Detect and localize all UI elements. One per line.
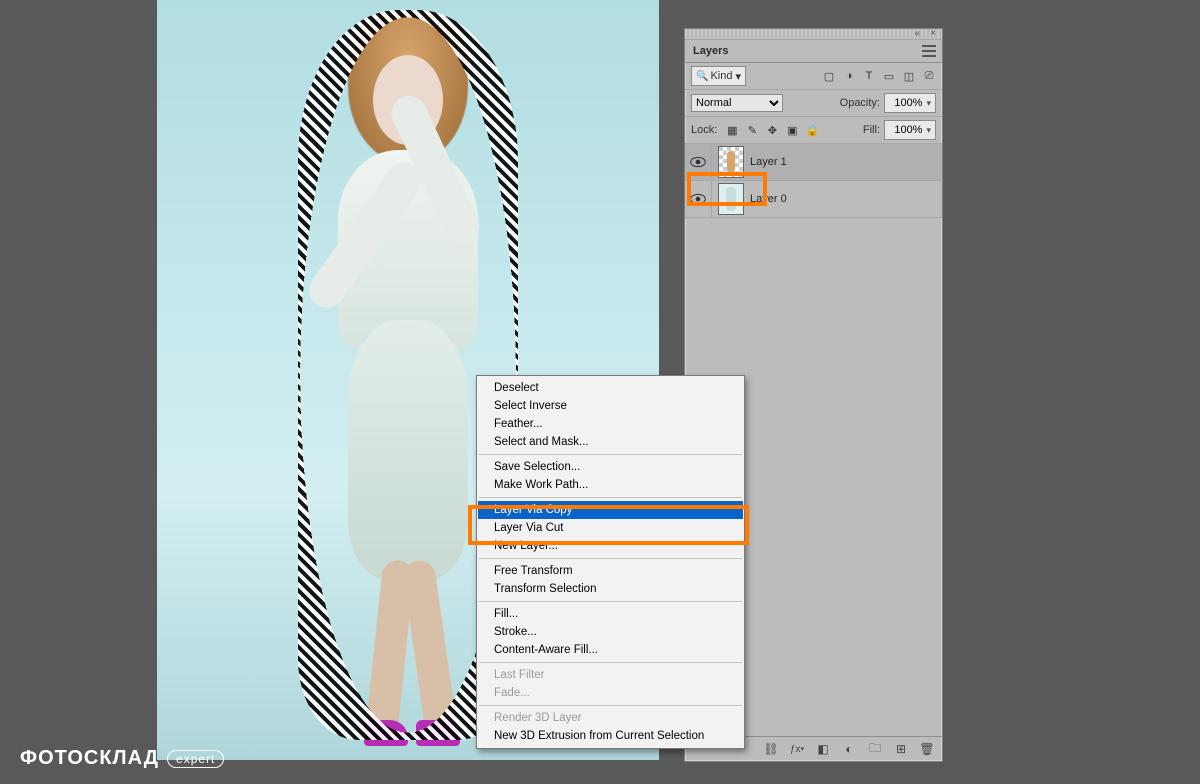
adjustment-icon[interactable]: ◑ bbox=[842, 69, 856, 83]
filter-kind-dropdown[interactable]: Kind ▾ bbox=[691, 66, 746, 86]
context-menu-item[interactable]: Layer Via Copy bbox=[478, 501, 743, 519]
context-menu-item[interactable]: Stroke... bbox=[478, 623, 743, 641]
lock-artboard-icon[interactable]: ▣ bbox=[785, 123, 799, 137]
layers-tab-label: Layers bbox=[693, 45, 728, 57]
lock-label: Lock: bbox=[691, 124, 717, 136]
lock-brush-icon[interactable]: ✎ bbox=[745, 123, 759, 137]
context-menu-item: Render 3D Layer bbox=[478, 709, 743, 727]
smartobj-icon[interactable]: ◫ bbox=[902, 69, 916, 83]
panel-drag-bar[interactable]: « × bbox=[685, 29, 942, 40]
opacity-label: Opacity: bbox=[840, 97, 880, 109]
context-menu-item[interactable]: Fill... bbox=[478, 605, 743, 623]
context-menu-item[interactable]: New Layer... bbox=[478, 537, 743, 555]
layers-tab[interactable]: Layers bbox=[685, 40, 942, 63]
context-menu-item: Last Filter bbox=[478, 666, 743, 684]
context-menu-item[interactable]: Feather... bbox=[478, 415, 743, 433]
fill-label: Fill: bbox=[863, 124, 880, 136]
newlayer-icon[interactable]: ⊞ bbox=[894, 742, 908, 756]
mask-icon[interactable]: ◧ bbox=[816, 742, 830, 756]
context-menu-item[interactable]: Save Selection... bbox=[478, 458, 743, 476]
panel-close-icon[interactable]: × bbox=[930, 28, 936, 39]
adjustlayer-icon[interactable]: ◐ bbox=[842, 742, 856, 756]
panel-collapse-icon[interactable]: « bbox=[914, 28, 920, 39]
lock-trans-icon[interactable]: ▦ bbox=[725, 123, 739, 137]
context-menu-item[interactable]: Layer Via Cut bbox=[478, 519, 743, 537]
blend-opacity-row: Normal Opacity: 100% bbox=[685, 90, 942, 117]
context-menu-item[interactable]: Content-Aware Fill... bbox=[478, 641, 743, 659]
fill-field[interactable]: 100% bbox=[884, 120, 936, 140]
watermark-brand: ФОТОСКЛАД bbox=[20, 747, 159, 770]
layer-row[interactable]: Layer 1 bbox=[685, 144, 942, 181]
lock-all-icon[interactable]: 🔒 bbox=[805, 123, 819, 137]
layer-row[interactable]: Layer 0 bbox=[685, 181, 942, 218]
layer-name-label[interactable]: Layer 0 bbox=[750, 193, 787, 205]
context-menu-item[interactable]: Make Work Path... bbox=[478, 476, 743, 494]
context-menu-item: Fade... bbox=[478, 684, 743, 702]
context-menu-item[interactable]: Transform Selection bbox=[478, 580, 743, 598]
type-icon[interactable]: T bbox=[862, 69, 876, 83]
lock-fill-row: Lock: ▦ ✎ ✥ ▣ 🔒 Fill: 100% bbox=[685, 117, 942, 144]
context-menu-item[interactable]: New 3D Extrusion from Current Selection bbox=[478, 727, 743, 745]
opacity-field[interactable]: 100% bbox=[884, 93, 936, 113]
trash-icon[interactable]: 🗑 bbox=[920, 742, 934, 756]
context-menu-item[interactable]: Deselect bbox=[478, 379, 743, 397]
link-icon[interactable]: ⛓ bbox=[764, 742, 778, 756]
watermark-tag: expert bbox=[167, 750, 224, 768]
visibility-toggle[interactable] bbox=[685, 181, 712, 217]
context-menu-item[interactable]: Select Inverse bbox=[478, 397, 743, 415]
layer-thumbnail[interactable] bbox=[718, 183, 744, 215]
layer-filter-row: Kind ▾ ▢ ◑ T ▭ ◫ ⎚ bbox=[685, 63, 942, 90]
image-icon[interactable]: ▢ bbox=[822, 69, 836, 83]
lock-move-icon[interactable]: ✥ bbox=[765, 123, 779, 137]
context-menu: DeselectSelect InverseFeather...Select a… bbox=[476, 375, 745, 749]
shape-icon[interactable]: ▭ bbox=[882, 69, 896, 83]
layer-name-label[interactable]: Layer 1 bbox=[750, 156, 787, 168]
context-menu-item[interactable]: Free Transform bbox=[478, 562, 743, 580]
layer-thumbnail[interactable] bbox=[718, 146, 744, 178]
group-icon[interactable]: 🗀 bbox=[868, 742, 882, 756]
panel-menu-icon[interactable] bbox=[922, 45, 936, 57]
fx-icon[interactable]: ƒx▾ bbox=[790, 742, 804, 756]
blend-mode-dropdown[interactable]: Normal bbox=[691, 94, 783, 112]
context-menu-item[interactable]: Select and Mask... bbox=[478, 433, 743, 451]
watermark: ФОТОСКЛАД expert bbox=[20, 747, 224, 770]
visibility-toggle[interactable] bbox=[685, 144, 712, 180]
artboard-icon[interactable]: ⎚ bbox=[922, 69, 936, 83]
